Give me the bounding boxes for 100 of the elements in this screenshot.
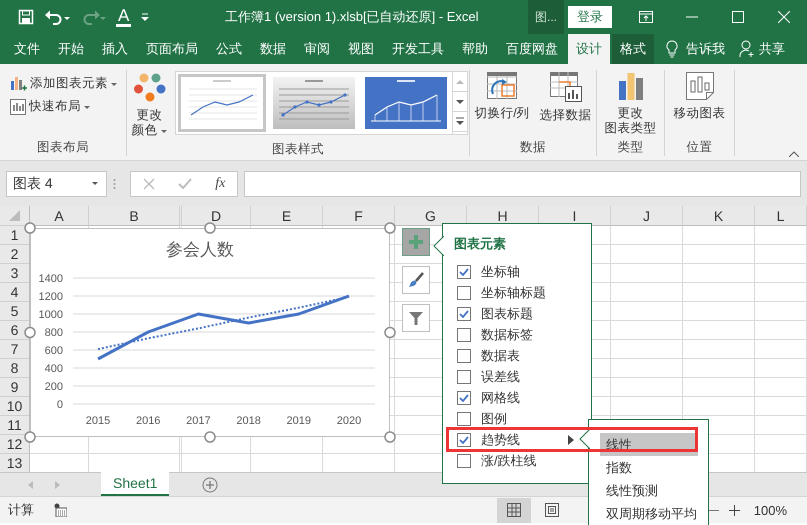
undo-icon[interactable]: [44, 9, 70, 25]
ribbon-tab[interactable]: 数据: [252, 34, 294, 64]
checkbox[interactable]: [457, 370, 471, 384]
row-header[interactable]: 11: [7, 416, 22, 435]
resize-handle[interactable]: [384, 326, 396, 338]
option-label[interactable]: 网格线: [481, 388, 520, 406]
row-header[interactable]: 1: [10, 226, 18, 245]
ribbon-tab[interactable]: 设计: [568, 34, 610, 64]
resize-handle[interactable]: [204, 431, 216, 443]
minimize-icon[interactable]: [686, 16, 698, 18]
menu-item[interactable]: 指数: [600, 456, 698, 479]
ribbon-tab[interactable]: 审阅: [296, 34, 338, 64]
column-header[interactable]: L: [755, 206, 807, 226]
ribbon-display-icon[interactable]: [639, 11, 653, 23]
ribbon-tab[interactable]: 插入: [94, 34, 136, 64]
row-header[interactable]: 3: [10, 264, 18, 283]
font-color-button[interactable]: A: [116, 8, 132, 26]
option-label[interactable]: 坐标轴: [481, 262, 520, 280]
switch-button[interactable]: 切换行/列: [471, 70, 533, 123]
column-header[interactable]: A: [30, 206, 89, 226]
resize-handle[interactable]: [24, 431, 36, 443]
add-element-button[interactable]: 添加图表元素: [4, 72, 124, 95]
option-label[interactable]: 趋势线: [481, 430, 520, 448]
customize-icon[interactable]: [141, 12, 150, 22]
zoom-level[interactable]: 100%: [754, 502, 787, 518]
checkbox[interactable]: [457, 412, 471, 426]
name-box[interactable]: 图表 4: [6, 170, 107, 196]
row-header[interactable]: 8: [10, 359, 18, 378]
checkbox[interactable]: [457, 328, 471, 342]
row-header[interactable]: 2: [10, 245, 18, 264]
resize-handle[interactable]: [204, 222, 216, 234]
ribbon-tab[interactable]: 百度网盘: [498, 34, 566, 64]
checkbox[interactable]: [457, 432, 471, 446]
row-header[interactable]: 10: [6, 397, 22, 416]
resize-handle[interactable]: [384, 431, 396, 443]
resize-handle[interactable]: [384, 222, 396, 234]
colors-button[interactable]: 更改 颜色: [128, 70, 170, 140]
ribbon-tab[interactable]: 文件: [6, 34, 48, 64]
column-header[interactable]: J: [611, 206, 683, 226]
zoom-in-icon[interactable]: [728, 504, 740, 516]
row-header[interactable]: 13: [6, 454, 22, 472]
add-sheet-icon[interactable]: [202, 476, 218, 492]
maximize-icon[interactable]: [732, 11, 744, 23]
option-label[interactable]: 数据标签: [481, 326, 533, 344]
select-data-button[interactable]: 选择数据: [536, 70, 595, 125]
option-label[interactable]: 图例: [481, 410, 507, 428]
collapse-ribbon-icon[interactable]: [789, 151, 799, 157]
sheet-tab[interactable]: Sheet1: [101, 472, 170, 496]
checkbox[interactable]: [457, 306, 471, 320]
checkbox[interactable]: [457, 454, 471, 468]
page-layout-view-icon[interactable]: [545, 503, 559, 517]
column-header[interactable]: K: [683, 206, 755, 226]
option-label[interactable]: 坐标轴标题: [481, 284, 546, 302]
option-label[interactable]: 数据表: [481, 346, 520, 364]
normal-view-icon[interactable]: [507, 503, 521, 517]
macro-record-icon[interactable]: [54, 503, 67, 517]
checkbox[interactable]: [457, 264, 471, 278]
row-header[interactable]: 4: [10, 283, 18, 302]
sign-in-button[interactable]: 登录: [568, 6, 612, 28]
column-header[interactable]: F: [323, 206, 395, 226]
option-label[interactable]: 涨/跌柱线: [481, 452, 537, 470]
row-header[interactable]: 7: [10, 340, 18, 359]
ribbon-tab[interactable]: 开发工具: [384, 34, 452, 64]
ribbon-tab[interactable]: 页面布局: [138, 34, 206, 64]
menu-item[interactable]: 线性预测: [600, 479, 698, 502]
ribbon-tab[interactable]: 视图: [340, 34, 382, 64]
column-header[interactable]: D: [182, 206, 251, 226]
column-header[interactable]: E: [251, 206, 323, 226]
quick-layout-button[interactable]: 快速布局: [4, 95, 97, 118]
resize-handle[interactable]: [24, 326, 36, 338]
lightbulb-icon[interactable]: [666, 40, 678, 58]
insert-function-button[interactable]: fx: [215, 176, 226, 192]
checkbox[interactable]: [457, 348, 471, 362]
checkbox[interactable]: [457, 390, 471, 404]
resize-handle[interactable]: [24, 222, 36, 234]
ribbon-tab[interactable]: 格式: [612, 34, 654, 64]
brush-button[interactable]: [402, 266, 430, 294]
row-header[interactable]: 5: [10, 302, 18, 321]
person-add-icon[interactable]: [739, 40, 755, 58]
ribbon-tab[interactable]: 公式: [208, 34, 250, 64]
submenu-arrow-icon[interactable]: [568, 435, 574, 445]
chart-type-button[interactable]: 更改 图表类型: [602, 70, 660, 138]
filter-button[interactable]: [402, 304, 430, 332]
formula-input-field[interactable]: [244, 170, 801, 196]
row-header[interactable]: 9: [10, 378, 18, 397]
ribbon-tab[interactable]: 开始: [50, 34, 92, 64]
checkbox[interactable]: [457, 286, 471, 300]
chart-style-thumbnail[interactable]: [178, 74, 266, 132]
menu-item[interactable]: 双周期移动平均: [600, 502, 698, 525]
move-chart-button[interactable]: 移动图表: [670, 70, 728, 123]
column-header[interactable]: B: [89, 206, 182, 226]
tell-me-search[interactable]: 告诉我: [686, 40, 725, 58]
ribbon-tab[interactable]: 帮助: [454, 34, 496, 64]
option-label[interactable]: 图表标题: [481, 304, 533, 322]
close-icon[interactable]: [778, 11, 790, 23]
share-button[interactable]: 共享: [759, 40, 785, 58]
option-label[interactable]: 误差线: [481, 368, 520, 386]
row-header[interactable]: 6: [10, 321, 18, 340]
column-header[interactable]: G: [395, 206, 467, 226]
row-header[interactable]: 12: [6, 435, 22, 454]
